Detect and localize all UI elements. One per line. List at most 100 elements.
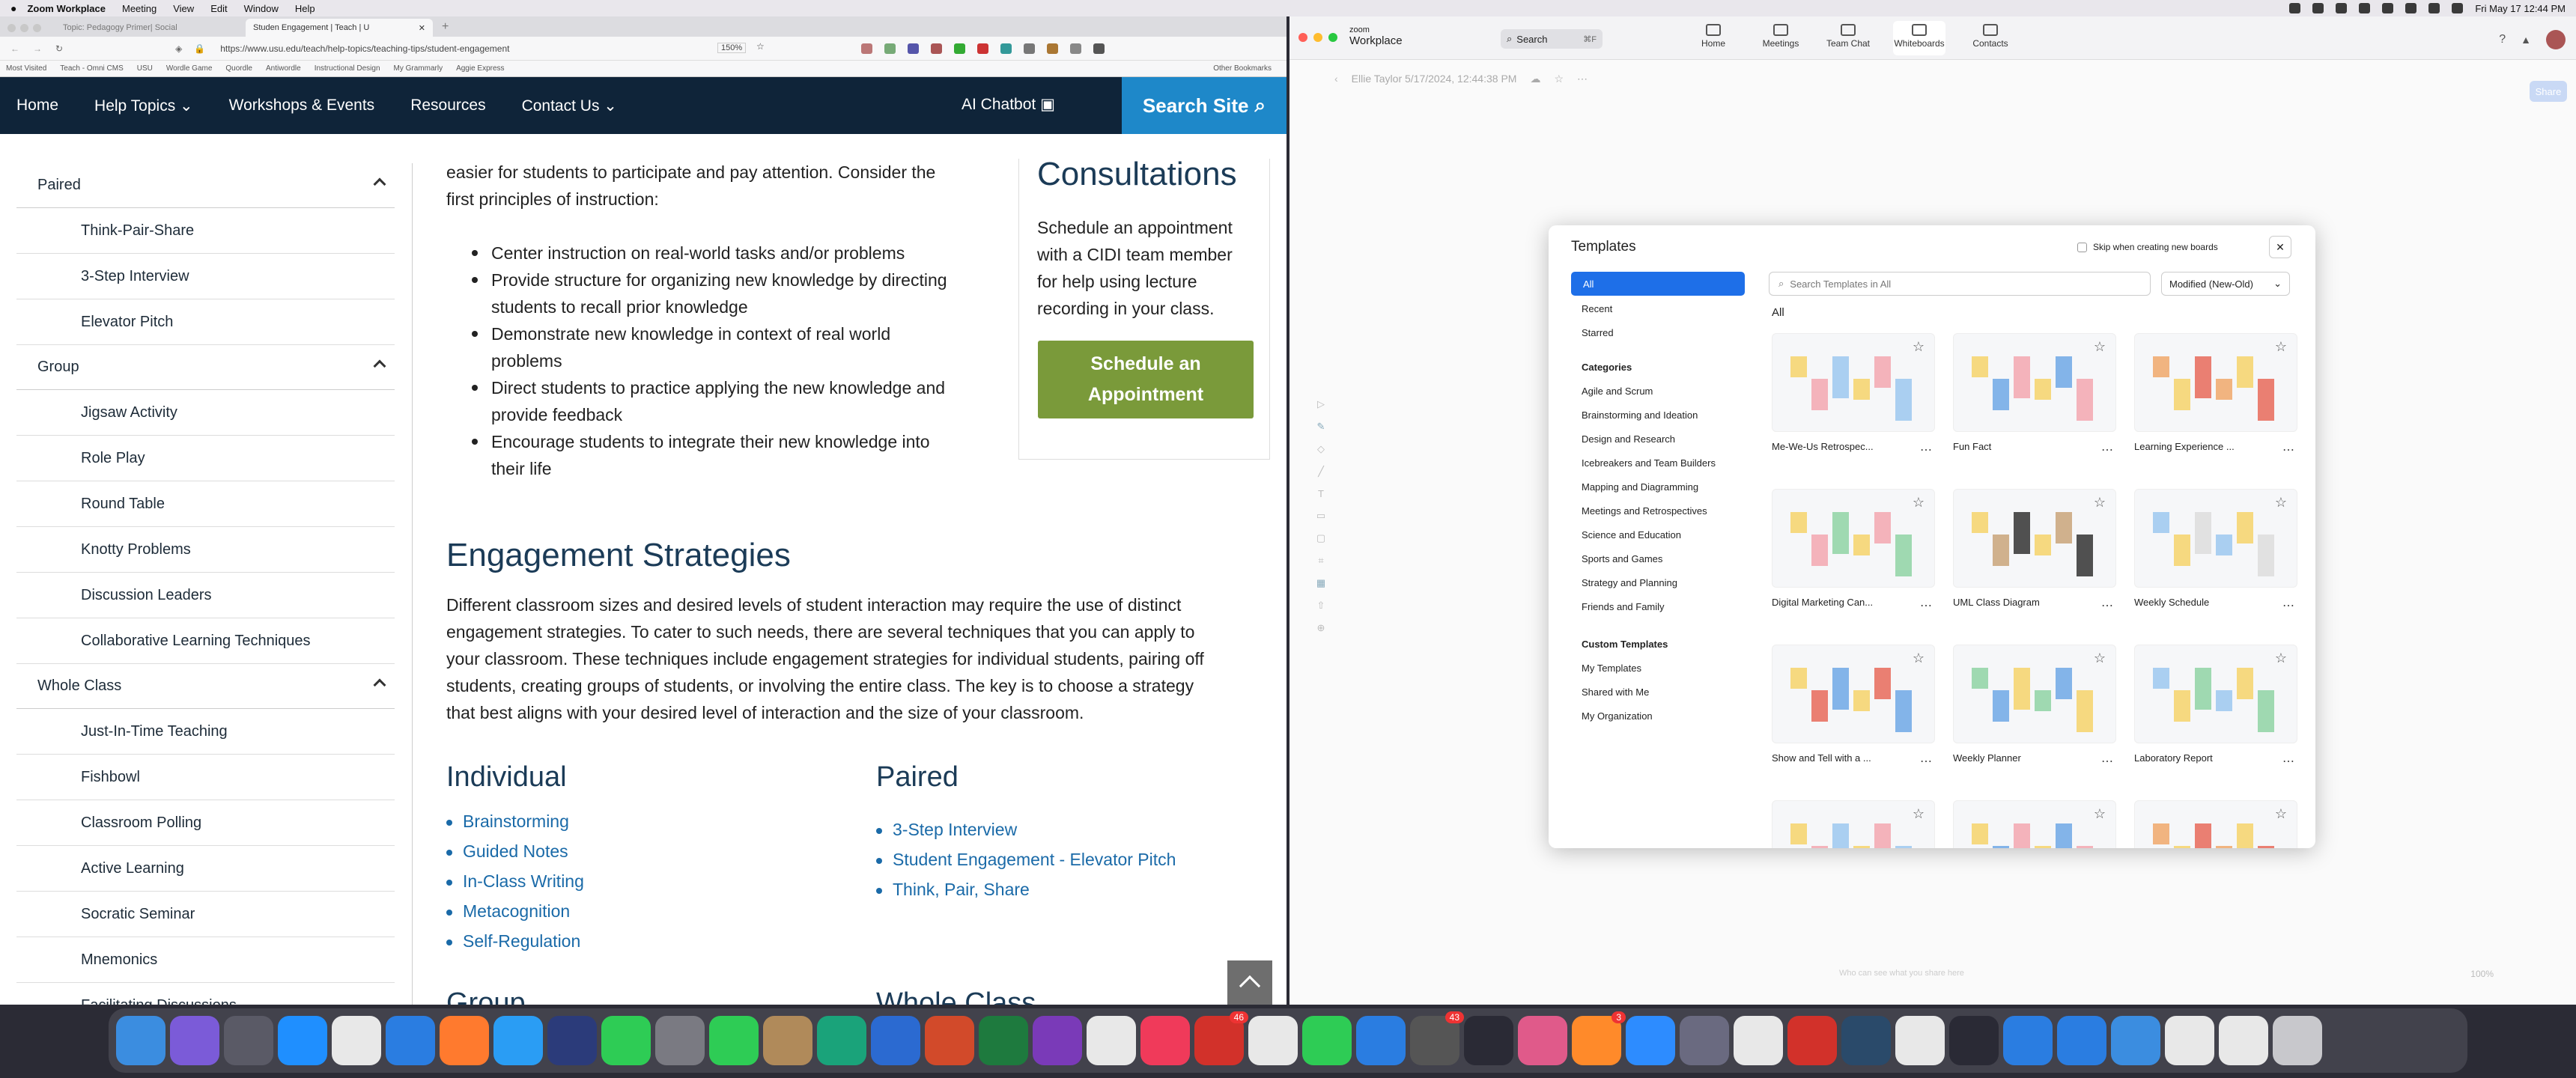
- menu-help[interactable]: Help: [295, 3, 315, 14]
- more-icon[interactable]: ⋯: [2282, 754, 2294, 769]
- dock-app-icon[interactable]: [871, 1016, 920, 1065]
- sidebar-item[interactable]: Role Play: [16, 436, 395, 481]
- template-card[interactable]: ☆ Me-We-Us Retrospec... ⋯: [1772, 333, 1935, 457]
- sidebar-item[interactable]: Jigsaw Activity: [16, 390, 395, 436]
- category-item[interactable]: Strategy and Planning: [1582, 577, 1677, 588]
- template-card[interactable]: ☆ Fun Fact ⋯: [1953, 333, 2116, 457]
- close-window-icon[interactable]: [1298, 33, 1307, 42]
- share-button[interactable]: Share: [2530, 81, 2567, 102]
- sidebar-item[interactable]: Active Learning: [16, 846, 395, 892]
- star-icon[interactable]: ☆: [1554, 73, 1564, 85]
- dock-app-icon[interactable]: [2111, 1016, 2160, 1065]
- sort-dropdown[interactable]: Modified (New-Old) ⌄: [2161, 272, 2290, 296]
- more-icon[interactable]: ⋯: [1920, 442, 1932, 457]
- browser-tab[interactable]: Topic: Pedagogy Primer| Social: [55, 19, 243, 37]
- back-icon[interactable]: ‹: [1334, 73, 1338, 85]
- sidebar-section-whole-class[interactable]: Whole Class: [16, 664, 395, 709]
- wifi-icon[interactable]: [2428, 3, 2440, 13]
- strategy-link[interactable]: Student Engagement - Elevator Pitch: [893, 850, 1176, 869]
- traffic-lights[interactable]: [7, 19, 52, 37]
- dock-app-icon[interactable]: [278, 1016, 327, 1065]
- minimize-window-icon[interactable]: [1313, 33, 1322, 42]
- strategy-link[interactable]: 3-Step Interview: [893, 820, 1017, 839]
- more-icon[interactable]: ⋯: [2101, 754, 2113, 769]
- dock-app-icon[interactable]: 3: [1572, 1011, 1626, 1065]
- dock-app-icon[interactable]: 46: [1194, 1011, 1248, 1065]
- zoom-search-box[interactable]: ⌕ Search ⌘F: [1501, 29, 1603, 49]
- dock-app-icon[interactable]: [1087, 1016, 1136, 1065]
- custom-item[interactable]: Shared with Me: [1582, 686, 1649, 698]
- dock-app-icon[interactable]: [2165, 1016, 2214, 1065]
- dock-app-icon[interactable]: [1841, 1016, 1891, 1065]
- bookmark[interactable]: Aggie Express: [456, 64, 504, 73]
- dock-app-icon[interactable]: [1464, 1016, 1513, 1065]
- template-card[interactable]: ☆ Learning Experience ... ⋯: [2134, 333, 2297, 457]
- zoom-level[interactable]: 100%: [2470, 969, 2494, 979]
- tab-home[interactable]: Home: [1691, 21, 1736, 55]
- sidebar-section-paired[interactable]: Paired: [16, 163, 395, 208]
- whiteboard-title[interactable]: Ellie Taylor 5/17/2024, 12:44:38 PM: [1352, 73, 1517, 85]
- dock-app-icon[interactable]: 43: [1410, 1011, 1464, 1065]
- template-card[interactable]: ☆ Weekly Planner ⋯: [1953, 645, 2116, 768]
- dock-app-icon[interactable]: [1895, 1016, 1945, 1065]
- tray-icon[interactable]: [2382, 3, 2394, 13]
- menu-app-name[interactable]: Zoom Workplace: [27, 3, 106, 14]
- sidebar-section-group[interactable]: Group: [16, 345, 395, 390]
- apps-icon[interactable]: ⊕: [1317, 622, 1325, 634]
- shield-icon[interactable]: ◈: [175, 43, 182, 54]
- strategy-link[interactable]: Think, Pair, Share: [893, 880, 1030, 899]
- tray-icon[interactable]: [2312, 3, 2324, 13]
- sidebar-item[interactable]: Just-In-Time Teaching: [16, 709, 395, 755]
- dock-app-icon[interactable]: [925, 1016, 974, 1065]
- dock-app-icon[interactable]: [2057, 1016, 2106, 1065]
- dock-app-icon[interactable]: [116, 1016, 165, 1065]
- dock-app-icon[interactable]: [1518, 1016, 1567, 1065]
- star-icon[interactable]: ☆: [1913, 806, 1925, 822]
- category-item[interactable]: Design and Research: [1582, 433, 1675, 445]
- dock-app-icon[interactable]: [817, 1016, 866, 1065]
- skip-checkbox[interactable]: [2077, 242, 2087, 252]
- bell-icon[interactable]: ▲: [2521, 34, 2531, 46]
- extension-icon[interactable]: [1070, 43, 1081, 54]
- dock-app-icon[interactable]: [979, 1016, 1028, 1065]
- sidebar-item[interactable]: Fishbowl: [16, 755, 395, 800]
- search-site-button[interactable]: Search Site ⌕: [1122, 77, 1287, 134]
- dock-app-icon[interactable]: [332, 1016, 381, 1065]
- strategy-link[interactable]: Self-Regulation: [463, 931, 580, 951]
- upload-icon[interactable]: ⇧: [1317, 600, 1325, 612]
- line-tool-icon[interactable]: ╱: [1318, 466, 1324, 478]
- tab-whiteboards[interactable]: Whiteboards: [1893, 21, 1945, 55]
- dock-app-icon[interactable]: [709, 1016, 759, 1065]
- dock-app-icon[interactable]: [224, 1016, 273, 1065]
- dock-app-icon[interactable]: [1787, 1016, 1837, 1065]
- menu-edit[interactable]: Edit: [210, 3, 227, 14]
- template-card[interactable]: ☆ Digital Marketing Can... ⋯: [1772, 489, 1935, 612]
- dock-app-icon[interactable]: [1626, 1016, 1675, 1065]
- zoom-window-icon[interactable]: [1328, 33, 1337, 42]
- tray-icon[interactable]: [2405, 3, 2417, 13]
- bookmark[interactable]: My Grammarly: [394, 64, 443, 73]
- tab-meetings[interactable]: Meetings: [1758, 21, 1803, 55]
- back-icon[interactable]: ←: [10, 43, 19, 54]
- dock-app-icon[interactable]: [1734, 1016, 1783, 1065]
- sidebar-item[interactable]: Mnemonics: [16, 937, 395, 983]
- sidebar-item[interactable]: Round Table: [16, 481, 395, 527]
- star-icon[interactable]: ☆: [1913, 339, 1925, 355]
- template-card[interactable]: ☆: [1772, 800, 1935, 848]
- select-tool-icon[interactable]: ▷: [1317, 398, 1325, 410]
- category-item[interactable]: Science and Education: [1582, 529, 1681, 540]
- nav-workshops[interactable]: Workshops & Events: [229, 97, 375, 115]
- star-icon[interactable]: ☆: [2275, 651, 2287, 666]
- custom-item[interactable]: My Templates: [1582, 663, 1641, 674]
- sidebar-item[interactable]: Facilitating Discussions: [16, 983, 395, 1005]
- dock-app-icon[interactable]: [1680, 1016, 1729, 1065]
- more-icon[interactable]: ⋯: [2101, 442, 2113, 457]
- chevron-up-icon[interactable]: [373, 678, 386, 692]
- sidebar-item[interactable]: Classroom Polling: [16, 800, 395, 846]
- bookmark[interactable]: Teach - Omni CMS: [60, 64, 123, 73]
- category-item[interactable]: Icebreakers and Team Builders: [1582, 457, 1716, 469]
- extension-icon[interactable]: [884, 43, 896, 54]
- star-icon[interactable]: ☆: [1913, 495, 1925, 511]
- browser-tab-active[interactable]: Studen Engagement | Teach | U ✕: [246, 19, 433, 37]
- sidebar-item[interactable]: Knotty Problems: [16, 527, 395, 573]
